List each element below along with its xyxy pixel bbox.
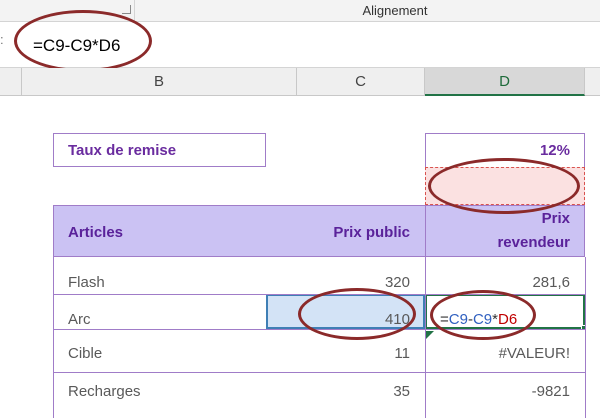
annotation-oval-d7 [428,158,580,214]
table-border-left [53,257,54,418]
fill-handle[interactable] [581,325,587,331]
table-row-prix-revendeur[interactable]: 281,6 [425,274,570,291]
table-border-right [585,257,586,418]
table-row-article[interactable]: Flash [68,274,105,291]
annotation-oval-formula [14,10,152,72]
header-articles[interactable]: Articles [68,224,123,241]
ribbon-separator [134,0,135,22]
column-header-c[interactable]: C [297,68,425,96]
table-row-article[interactable]: Recharges [68,383,141,400]
header-prix-revendeur-line2[interactable]: revendeur [425,234,570,251]
sheet-grid: Taux de remise 12% Articles Prix public … [0,97,600,418]
column-header-d[interactable]: D [425,68,585,96]
header-prix-public[interactable]: Prix public [297,224,410,241]
fx-icon[interactable]: : [0,32,4,47]
annotation-oval-c9 [298,288,416,340]
row-divider [53,372,585,373]
error-indicator-icon[interactable] [426,331,434,339]
discount-label: Taux de remise [68,142,177,159]
dialog-launcher-icon[interactable] [122,5,131,14]
column-header-e[interactable] [585,68,600,96]
table-row-prix-public[interactable]: 11 [297,345,410,362]
column-headers: B C D [0,68,600,96]
discount-value: 12% [539,142,570,159]
table-row-prix-revendeur[interactable]: -9821 [425,383,570,400]
ribbon-group-label: Alignement [362,3,428,18]
column-header-b[interactable]: B [22,68,297,96]
table-row-prix-revendeur[interactable]: #VALEUR! [425,345,570,362]
table-row-article[interactable]: Cible [68,345,102,362]
annotation-oval-d9 [430,290,536,340]
table-row-article[interactable]: Arc [68,311,91,328]
column-header-a[interactable] [0,68,22,96]
table-row-prix-public[interactable]: 35 [297,383,410,400]
